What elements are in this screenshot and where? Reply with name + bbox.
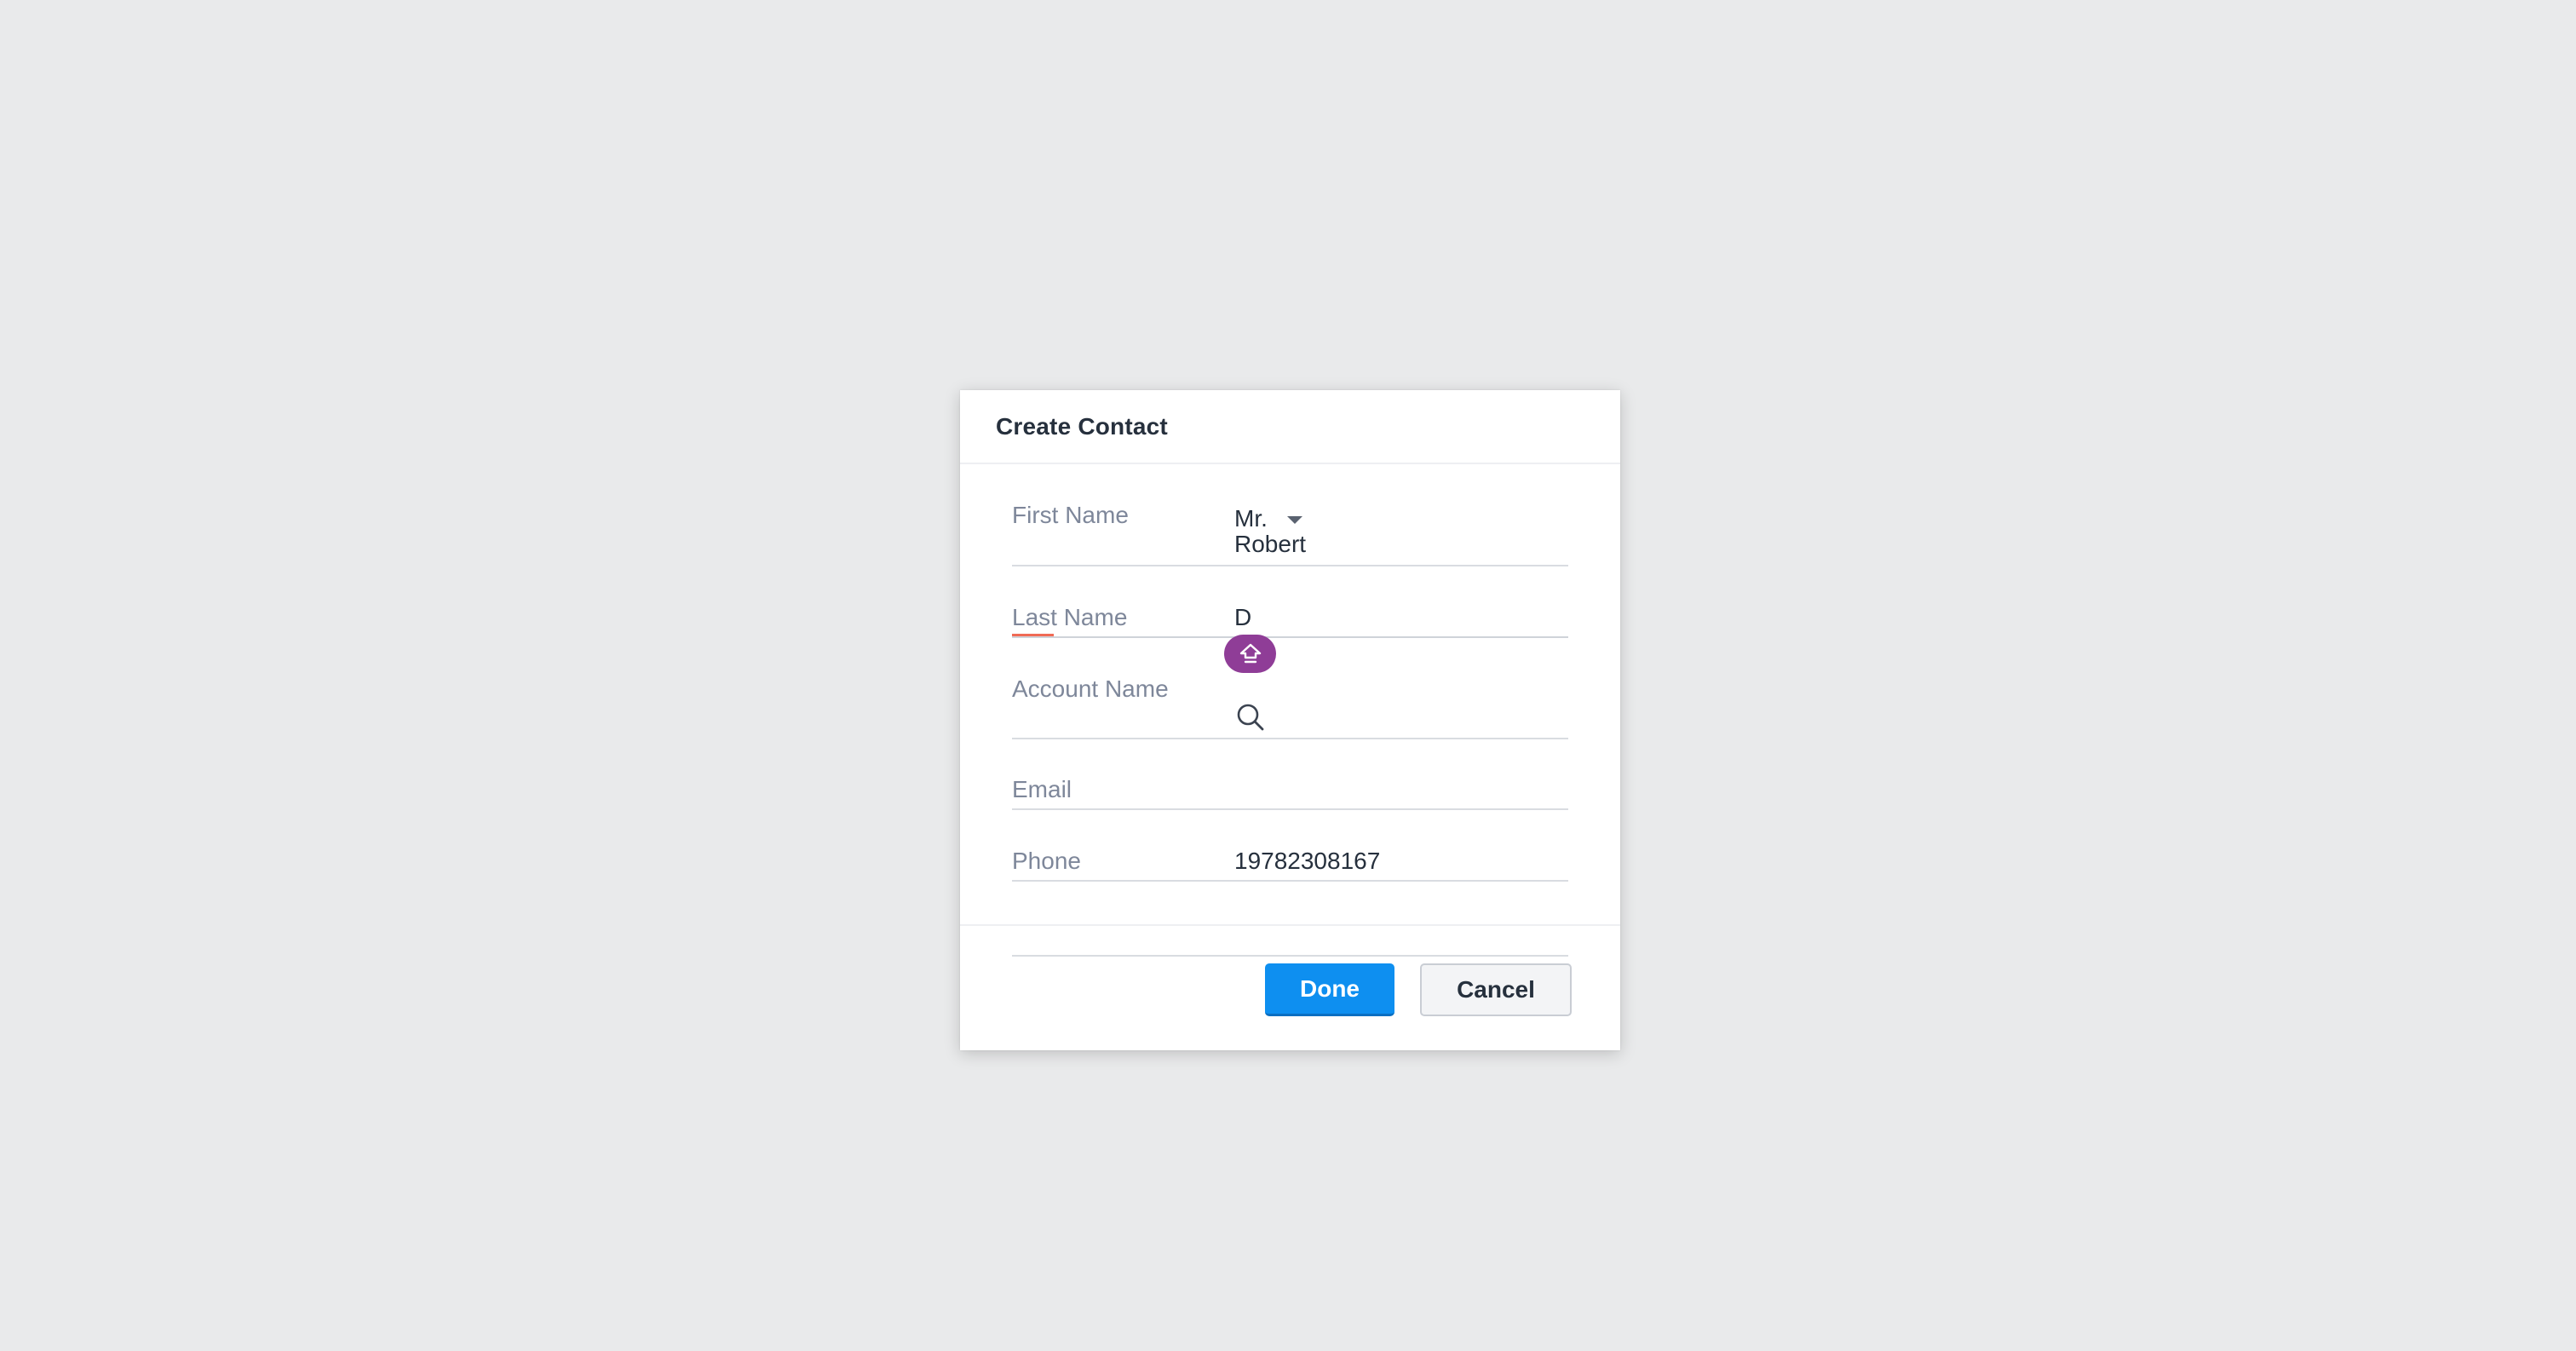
last-name-divider bbox=[1012, 636, 1568, 638]
last-name-input[interactable] bbox=[1234, 604, 1558, 631]
email-input[interactable] bbox=[1234, 776, 1558, 803]
done-button[interactable]: Done bbox=[1265, 963, 1394, 1016]
account-name-input[interactable] bbox=[1234, 698, 1490, 726]
phone-divider bbox=[1012, 880, 1568, 882]
home-arrow-glyph bbox=[1239, 643, 1261, 663]
first-name-divider bbox=[1012, 565, 1568, 566]
create-contact-dialog: Create Contact First Name Mr. Last Name … bbox=[960, 390, 1620, 1050]
account-name-divider bbox=[1012, 738, 1568, 739]
phone-label: Phone bbox=[1012, 848, 1081, 874]
search-icon[interactable] bbox=[1233, 700, 1268, 734]
email-divider bbox=[1012, 808, 1568, 810]
home-arrow-icon[interactable] bbox=[1224, 635, 1276, 673]
account-name-label: Account Name bbox=[1012, 676, 1169, 702]
salutation-value: Mr. bbox=[1234, 505, 1268, 532]
dialog-footer: Done Cancel bbox=[960, 924, 1620, 1050]
search-glyph bbox=[1237, 704, 1264, 731]
first-name-input[interactable] bbox=[1234, 531, 1558, 558]
first-name-label: First Name bbox=[1012, 502, 1129, 528]
salutation-select[interactable]: Mr. bbox=[1234, 505, 1302, 532]
phone-input[interactable] bbox=[1234, 848, 1558, 875]
caret-down-icon bbox=[1286, 515, 1302, 524]
dialog-title: Create Contact bbox=[996, 412, 1168, 440]
cancel-button[interactable]: Cancel bbox=[1420, 963, 1572, 1016]
last-name-label: Last Name bbox=[1012, 604, 1128, 630]
dialog-header: Create Contact bbox=[960, 390, 1620, 464]
email-label: Email bbox=[1012, 776, 1072, 802]
